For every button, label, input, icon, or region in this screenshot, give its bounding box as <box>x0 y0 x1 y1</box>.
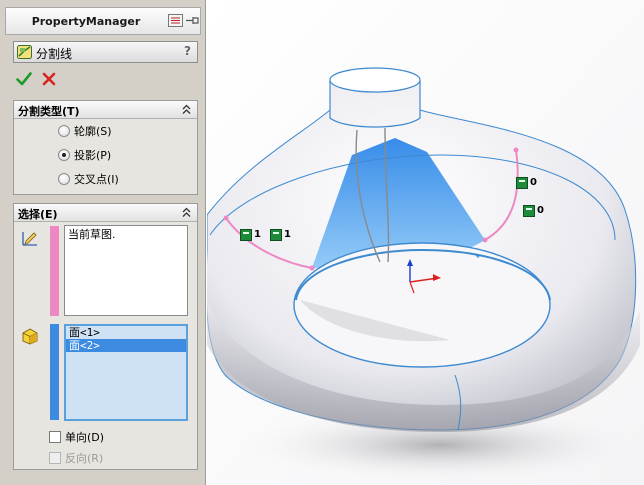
center-hole <box>293 242 551 368</box>
face-color-bar <box>50 324 59 420</box>
relation-tag[interactable]: 1 <box>240 228 261 241</box>
single-direction-label: 单向(D) <box>65 431 105 444</box>
green-flag-icon <box>270 228 282 241</box>
single-direction-option[interactable]: 单向(D) <box>49 429 104 445</box>
x-icon[interactable] <box>41 71 57 87</box>
property-manager-tabbar: PropertyManager <box>5 7 201 35</box>
radio-label: 交叉点(I) <box>74 173 119 186</box>
face-list-item[interactable]: 面<1> <box>66 326 186 339</box>
tag-label: 0 <box>537 205 544 216</box>
check-icon[interactable] <box>16 71 32 87</box>
model-view <box>207 0 644 485</box>
radio-button[interactable] <box>58 173 70 185</box>
radio-silhouette[interactable]: 轮廓(S) <box>58 123 112 139</box>
split-type-header[interactable]: 分割类型(T) <box>14 101 197 119</box>
feature-header: 分割线 ? <box>13 41 198 63</box>
tag-label: 0 <box>530 177 537 188</box>
property-manager-panel: PropertyManager 分割线 ? 分割类型(T) 轮廓(S) 投影(P… <box>0 0 206 485</box>
relation-tag[interactable]: 0 <box>516 176 537 189</box>
green-flag-icon <box>516 176 528 189</box>
reverse-direction-label: 反向(R) <box>65 452 104 465</box>
radio-projection[interactable]: 投影(P) <box>58 147 111 163</box>
reverse-direction-option: 反向(R) <box>49 450 103 466</box>
help-icon[interactable]: ? <box>184 44 191 58</box>
feature-title: 分割线 <box>36 47 73 61</box>
radio-button-selected[interactable] <box>58 149 70 161</box>
radio-intersection[interactable]: 交叉点(I) <box>58 171 119 187</box>
sketch-point[interactable] <box>482 237 488 243</box>
sketch-point[interactable] <box>309 265 315 271</box>
radio-label: 轮廓(S) <box>74 125 112 138</box>
relation-tag[interactable]: 0 <box>523 204 544 217</box>
selection-group: 选择(E) 当前草图. 面<1> 面<2> 单向(D) 反向(R) <box>13 203 198 470</box>
green-flag-icon <box>240 228 252 241</box>
selection-label: 选择(E) <box>18 208 58 221</box>
face-list-item-selected[interactable]: 面<2> <box>66 339 186 352</box>
collapse-chevron-icon[interactable] <box>181 207 192 218</box>
split-type-group: 分割类型(T) 轮廓(S) 投影(P) 交叉点(I) <box>13 100 198 195</box>
sketch-color-bar <box>50 226 59 316</box>
tag-label: 1 <box>284 229 291 240</box>
green-flag-icon <box>523 204 535 217</box>
relation-tag[interactable]: 1 <box>270 228 291 241</box>
sketch-selection-box[interactable]: 当前草图. <box>64 225 188 316</box>
tag-label: 1 <box>254 229 261 240</box>
pin-icon[interactable] <box>185 14 200 27</box>
sketch-point[interactable] <box>223 215 229 221</box>
reverse-direction-checkbox <box>49 452 61 464</box>
sketch-point[interactable] <box>513 147 519 153</box>
sketch-pencil-icon <box>21 229 39 247</box>
expand-icon[interactable] <box>168 14 183 27</box>
single-direction-checkbox[interactable] <box>49 431 61 443</box>
collapse-chevron-icon[interactable] <box>181 104 192 115</box>
split-type-label: 分割类型(T) <box>18 105 80 118</box>
top-cylinder-rim <box>329 67 421 93</box>
graphics-area[interactable]: 1 1 0 0 <box>207 0 644 485</box>
split-line-icon <box>17 45 32 59</box>
radio-label: 投影(P) <box>74 149 112 162</box>
selection-header[interactable]: 选择(E) <box>14 204 197 222</box>
faces-selection-box[interactable]: 面<1> 面<2> <box>64 324 188 421</box>
radio-button[interactable] <box>58 125 70 137</box>
sketch-selection-value: 当前草图. <box>68 228 116 241</box>
face-cube-icon <box>21 327 39 345</box>
panel-title: PropertyManager <box>31 15 141 28</box>
